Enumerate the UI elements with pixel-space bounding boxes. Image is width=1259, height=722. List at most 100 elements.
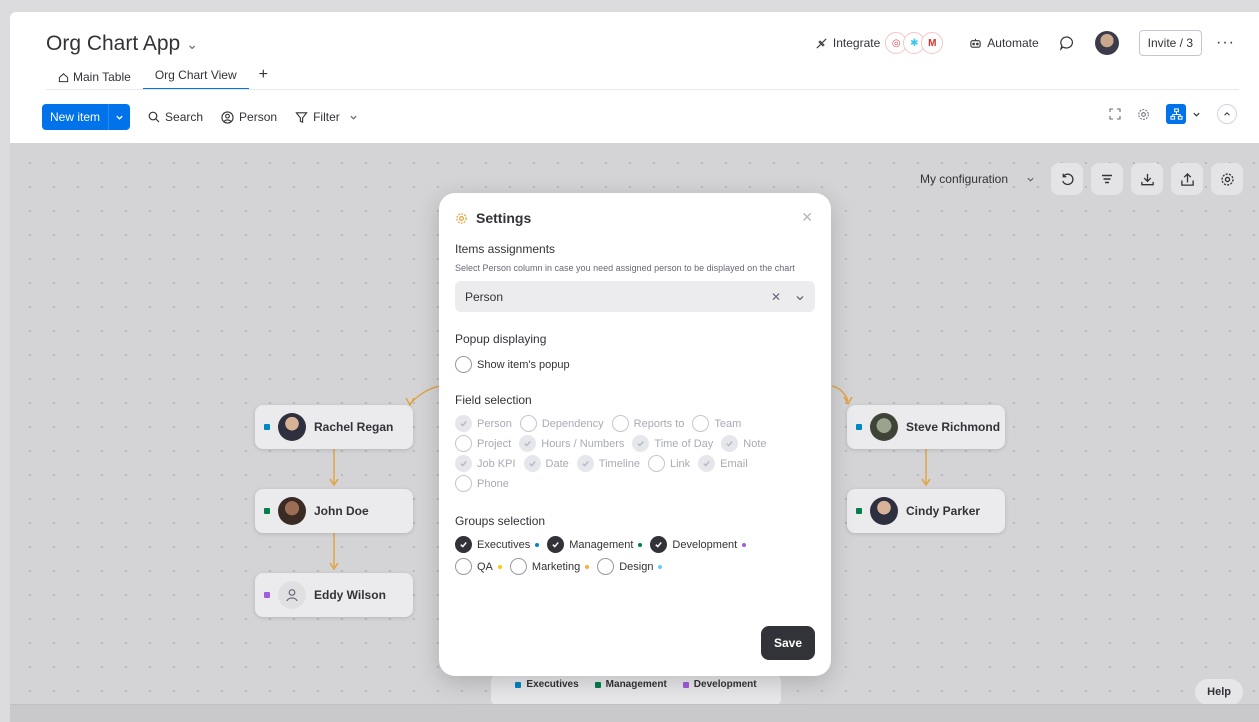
- chevron-down-icon[interactable]: ⌄: [186, 36, 198, 53]
- checkbox-icon[interactable]: [455, 356, 472, 373]
- checkbox-icon[interactable]: [509, 558, 527, 575]
- checkbox-icon[interactable]: [721, 435, 739, 452]
- person-column-value: Person: [465, 289, 504, 304]
- checkbox-icon[interactable]: [576, 455, 594, 472]
- group-option[interactable]: Management: [547, 536, 643, 553]
- field-option-label: Phone: [477, 477, 509, 490]
- horizontal-scrollbar[interactable]: [10, 704, 1259, 722]
- checkbox-icon[interactable]: [692, 415, 710, 432]
- org-node[interactable]: Rachel Regan: [255, 405, 413, 449]
- org-node[interactable]: Cindy Parker: [847, 489, 1005, 533]
- org-node[interactable]: John Doe: [255, 489, 413, 533]
- group-color-marker: [856, 424, 862, 430]
- home-icon: [58, 72, 69, 82]
- group-option[interactable]: Marketing: [509, 558, 590, 575]
- filter-button[interactable]: Filter: [295, 110, 358, 124]
- person-column-select[interactable]: Person ✕: [455, 281, 815, 312]
- legend-item: Development: [682, 679, 757, 690]
- tab-main-table[interactable]: Main Table: [46, 70, 143, 90]
- field-option[interactable]: Dependency: [519, 415, 604, 432]
- person-icon: [221, 110, 234, 124]
- header-divider: [46, 89, 1239, 90]
- field-option[interactable]: Reports to: [611, 415, 684, 432]
- person-filter-button[interactable]: Person: [221, 110, 277, 124]
- chevron-down-icon[interactable]: [795, 293, 805, 303]
- field-option[interactable]: Link: [647, 455, 690, 472]
- field-option[interactable]: Job KPI: [455, 455, 516, 472]
- add-view-button[interactable]: +: [249, 66, 278, 90]
- checkbox-icon[interactable]: [455, 558, 472, 575]
- more-options-icon[interactable]: ···: [1216, 34, 1235, 52]
- user-avatar[interactable]: [1094, 31, 1119, 55]
- field-option[interactable]: Project: [455, 435, 511, 452]
- checkbox-icon[interactable]: [647, 455, 665, 472]
- checkbox-icon[interactable]: [455, 536, 472, 553]
- field-option-label: Job KPI: [477, 457, 516, 470]
- filter-icon: [295, 111, 308, 123]
- field-option[interactable]: Date: [523, 455, 569, 472]
- group-option[interactable]: Executives: [455, 536, 540, 553]
- robot-icon: [970, 38, 981, 48]
- chevron-down-icon[interactable]: [1192, 110, 1201, 119]
- close-icon[interactable]: ✕: [801, 209, 813, 226]
- checkbox-icon[interactable]: [519, 435, 537, 452]
- group-option[interactable]: QA: [455, 558, 502, 575]
- invite-button[interactable]: Invite / 3: [1138, 30, 1203, 56]
- checkbox-icon[interactable]: [650, 536, 668, 553]
- group-option[interactable]: Design: [597, 558, 663, 575]
- save-button[interactable]: Save: [760, 626, 815, 660]
- field-selection-list: Person Dependency Reports to Team Project Hou…: [455, 415, 805, 492]
- field-option[interactable]: Phone: [455, 475, 509, 492]
- checkbox-icon[interactable]: [455, 475, 472, 492]
- checkbox-icon[interactable]: [455, 455, 472, 472]
- search-button[interactable]: Search: [148, 110, 203, 124]
- checkbox-icon[interactable]: [455, 415, 472, 432]
- checkbox-icon[interactable]: [523, 455, 541, 472]
- checkbox-icon[interactable]: [698, 455, 716, 472]
- node-name: Cindy Parker: [906, 504, 981, 518]
- search-icon: [148, 111, 160, 123]
- gear-icon[interactable]: [1137, 108, 1150, 121]
- chevron-down-icon[interactable]: [349, 113, 358, 122]
- tab-org-chart-view[interactable]: Org Chart View: [142, 68, 249, 90]
- popup-displaying-heading: Popup displaying: [455, 332, 547, 346]
- checkbox-icon[interactable]: [632, 435, 650, 452]
- board-header: Org Chart App ⌄ Main Table Org Chart Vie…: [10, 12, 1259, 143]
- org-node[interactable]: Steve Richmond: [847, 405, 1005, 449]
- checkbox-icon[interactable]: [597, 558, 615, 575]
- integrate-button[interactable]: Integrate ◎ ✱ M: [815, 32, 944, 54]
- checkbox-icon[interactable]: [455, 435, 472, 452]
- board-title[interactable]: Org Chart App ⌄: [46, 32, 198, 56]
- field-option[interactable]: Team: [692, 415, 741, 432]
- view-switcher[interactable]: [1166, 104, 1201, 124]
- clear-selection-icon[interactable]: ✕: [771, 290, 781, 304]
- checkbox-icon[interactable]: [547, 536, 565, 553]
- legend-swatch: [594, 681, 601, 688]
- org-node[interactable]: Eddy Wilson: [255, 573, 413, 617]
- show-popup-label: Show item's popup: [477, 358, 570, 371]
- node-name: Rachel Regan: [314, 420, 394, 434]
- field-option[interactable]: Time of Day: [632, 435, 713, 452]
- field-option[interactable]: Timeline: [576, 455, 640, 472]
- groups-selection-list: Executives Management Development QA Marketi…: [455, 536, 795, 575]
- updates-chat-icon[interactable]: [1059, 35, 1075, 51]
- automate-button[interactable]: Automate: [969, 36, 1039, 50]
- help-button[interactable]: Help: [1195, 679, 1243, 705]
- group-option-label: Development: [672, 538, 738, 551]
- fullscreen-icon[interactable]: [1109, 108, 1121, 120]
- collapse-header-button[interactable]: [1217, 104, 1237, 124]
- legend-label: Executives: [526, 679, 579, 690]
- gear-icon: [456, 212, 467, 224]
- new-item-dropdown-icon[interactable]: [108, 104, 130, 130]
- group-option[interactable]: Development: [650, 536, 747, 553]
- new-item-button[interactable]: New item: [42, 104, 131, 130]
- field-option[interactable]: Email: [698, 455, 748, 472]
- checkbox-icon[interactable]: [519, 415, 537, 432]
- checkbox-icon[interactable]: [611, 415, 629, 432]
- field-option[interactable]: Note: [721, 435, 767, 452]
- board-toolbar: New item Search Person Filter: [42, 104, 358, 130]
- board-title-text: Org Chart App: [46, 32, 181, 55]
- field-option[interactable]: Hours / Numbers: [519, 435, 624, 452]
- show-popup-checkbox[interactable]: Show item's popup: [455, 356, 815, 373]
- field-option[interactable]: Person: [455, 415, 512, 432]
